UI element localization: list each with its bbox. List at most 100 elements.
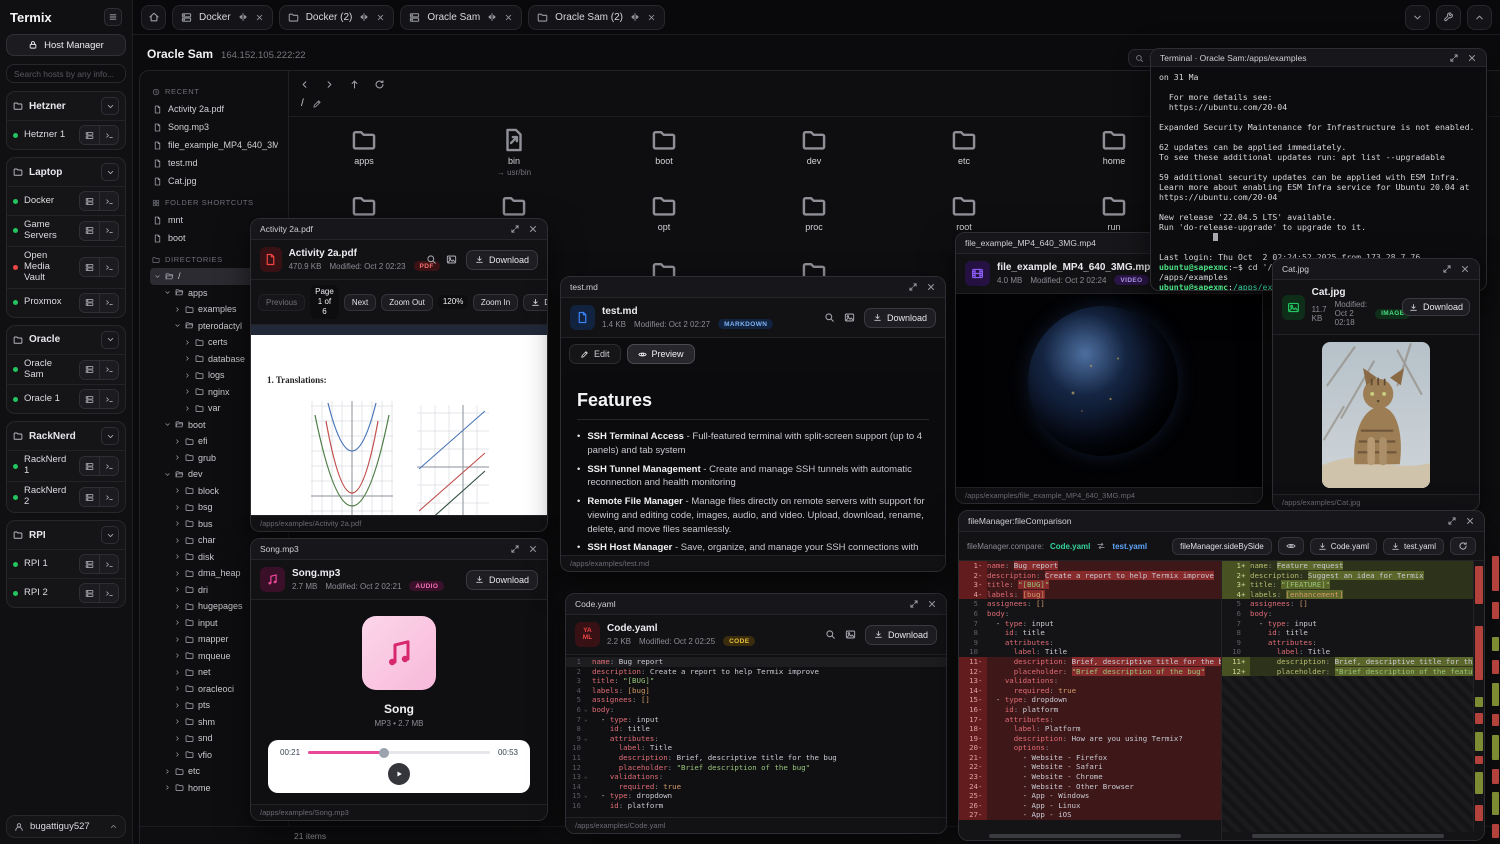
expand-icon[interactable] bbox=[908, 282, 918, 292]
search-icon[interactable] bbox=[824, 312, 835, 323]
connect-server-button[interactable] bbox=[80, 294, 99, 312]
next-page-button[interactable]: Next bbox=[344, 294, 376, 311]
close-icon[interactable] bbox=[927, 599, 937, 609]
pdf-window-titlebar[interactable]: Activity 2a.pdf bbox=[251, 219, 547, 240]
previous-page-button[interactable]: Previous bbox=[258, 294, 305, 311]
host-search-input[interactable]: Search hosts by any info... bbox=[6, 64, 126, 83]
tab-oracle-sam-2-[interactable]: Oracle Sam (2) bbox=[528, 5, 665, 30]
admin-tools-button[interactable] bbox=[1436, 5, 1461, 30]
user-menu[interactable]: bugattiguy527 bbox=[6, 815, 126, 838]
horizontal-scrollbar[interactable] bbox=[989, 834, 1181, 838]
download-button[interactable]: Download bbox=[864, 308, 936, 328]
connect-server-button[interactable] bbox=[80, 126, 99, 144]
close-icon[interactable] bbox=[926, 282, 936, 292]
close-icon[interactable] bbox=[1465, 516, 1475, 526]
recent-file-item[interactable]: Cat.jpg bbox=[150, 172, 278, 190]
close-icon[interactable] bbox=[255, 13, 264, 22]
close-icon[interactable] bbox=[528, 224, 538, 234]
open-terminal-button[interactable] bbox=[99, 361, 118, 379]
host-item-hetzner-1[interactable]: Hetzner 1 bbox=[7, 120, 125, 149]
host-item-docker[interactable]: Docker bbox=[7, 186, 125, 215]
edit-path-icon[interactable] bbox=[312, 99, 322, 109]
host-group-header[interactable]: Hetzner bbox=[7, 92, 125, 120]
folder-icon[interactable] bbox=[288, 12, 299, 23]
preview-icon[interactable] bbox=[844, 312, 855, 323]
expand-icon[interactable] bbox=[510, 224, 520, 234]
open-terminal-button[interactable] bbox=[99, 584, 118, 602]
tab-docker-2-[interactable]: Docker (2) bbox=[279, 5, 395, 30]
download-button[interactable]: Download bbox=[466, 570, 538, 590]
refresh-button[interactable] bbox=[374, 79, 385, 90]
connect-server-button[interactable] bbox=[80, 192, 99, 210]
close-icon[interactable] bbox=[528, 544, 538, 554]
preview-icon[interactable] bbox=[446, 254, 457, 265]
yaml-window-titlebar[interactable]: Code.yaml bbox=[566, 594, 946, 615]
open-terminal-button[interactable] bbox=[99, 555, 118, 573]
video-frame[interactable] bbox=[956, 294, 1262, 487]
edit-tab[interactable]: Edit bbox=[569, 344, 621, 364]
host-item-game-servers[interactable]: Game Servers bbox=[7, 215, 125, 246]
expand-icon[interactable] bbox=[909, 599, 919, 609]
connect-server-button[interactable] bbox=[80, 361, 99, 379]
tab-oracle-sam[interactable]: Oracle Sam bbox=[400, 5, 522, 30]
open-terminal-button[interactable] bbox=[99, 390, 118, 408]
image-window-titlebar[interactable]: Cat.jpg bbox=[1273, 259, 1479, 280]
play-button[interactable] bbox=[388, 763, 410, 785]
connect-server-button[interactable] bbox=[80, 258, 99, 276]
diff-window-titlebar[interactable]: fileManager:fileComparison bbox=[959, 511, 1484, 532]
download-file-a-button[interactable]: Code.yaml bbox=[1310, 538, 1377, 555]
recent-file-item[interactable]: file_example_MP4_640_3MG... bbox=[150, 136, 278, 154]
host-item-oracle-1[interactable]: Oracle 1 bbox=[7, 384, 125, 413]
grid-item-etc[interactable]: etc bbox=[889, 127, 1039, 193]
open-terminal-button[interactable] bbox=[99, 294, 118, 312]
seek-thumb[interactable] bbox=[379, 748, 389, 758]
close-icon[interactable] bbox=[504, 13, 513, 22]
split-icon[interactable] bbox=[359, 12, 369, 22]
horizontal-scrollbar[interactable] bbox=[1252, 834, 1444, 838]
folder-icon[interactable] bbox=[537, 12, 548, 23]
open-terminal-button[interactable] bbox=[99, 488, 118, 506]
host-item-open-media-vault[interactable]: Open Media Vault bbox=[7, 246, 125, 288]
group-collapse-button[interactable] bbox=[101, 163, 119, 181]
close-icon[interactable] bbox=[376, 13, 385, 22]
forward-button[interactable] bbox=[324, 79, 335, 90]
close-icon[interactable] bbox=[647, 13, 656, 22]
refresh-diff-button[interactable] bbox=[1450, 537, 1476, 555]
host-group-header[interactable]: RackNerd bbox=[7, 422, 125, 450]
expand-icon[interactable] bbox=[1442, 264, 1452, 274]
close-icon[interactable] bbox=[1460, 264, 1470, 274]
breadcrumb-path[interactable]: / bbox=[301, 98, 304, 109]
download-button[interactable]: Download bbox=[1402, 298, 1470, 316]
group-collapse-button[interactable] bbox=[101, 526, 119, 544]
recent-file-item[interactable]: Song.mp3 bbox=[150, 118, 278, 136]
search-icon[interactable] bbox=[825, 629, 836, 640]
zoom-in-button[interactable]: Zoom In bbox=[473, 294, 518, 311]
host-manager-button[interactable]: Host Manager bbox=[6, 34, 126, 56]
expand-button[interactable] bbox=[1467, 5, 1492, 30]
seek-slider[interactable] bbox=[308, 751, 490, 754]
side-by-side-button[interactable]: fileManager.sideBySide bbox=[1172, 538, 1272, 555]
diff-left-pane[interactable]: 1-name: Bug report2-description: Create … bbox=[959, 561, 1221, 840]
connect-server-button[interactable] bbox=[80, 222, 99, 240]
toggle-visibility-button[interactable] bbox=[1278, 537, 1304, 555]
server-icon[interactable] bbox=[181, 12, 192, 23]
download-button[interactable]: Download bbox=[466, 250, 538, 270]
terminal-titlebar[interactable]: Terminal · Oracle Sam:/apps/examples bbox=[1151, 49, 1486, 67]
up-directory-button[interactable] bbox=[349, 79, 360, 90]
expand-icon[interactable] bbox=[1447, 516, 1457, 526]
back-button[interactable] bbox=[299, 79, 310, 90]
collapse-button[interactable] bbox=[1405, 5, 1430, 30]
expand-icon[interactable] bbox=[510, 544, 520, 554]
server-icon[interactable] bbox=[409, 12, 420, 23]
connect-server-button[interactable] bbox=[80, 457, 99, 475]
grid-item-opt[interactable]: opt bbox=[589, 193, 739, 259]
host-item-oracle-sam[interactable]: Oracle Sam bbox=[7, 354, 125, 385]
expand-icon[interactable] bbox=[1449, 53, 1459, 63]
recent-file-item[interactable]: test.md bbox=[150, 154, 278, 172]
host-group-header[interactable]: Laptop bbox=[7, 158, 125, 186]
open-terminal-button[interactable] bbox=[99, 457, 118, 475]
terminal-output[interactable]: on 31 Ma For more details see: https://u… bbox=[1151, 67, 1486, 290]
preview-tab[interactable]: Preview bbox=[627, 344, 695, 364]
download-button[interactable]: Download bbox=[865, 625, 937, 645]
tab-docker[interactable]: Docker bbox=[172, 5, 273, 30]
